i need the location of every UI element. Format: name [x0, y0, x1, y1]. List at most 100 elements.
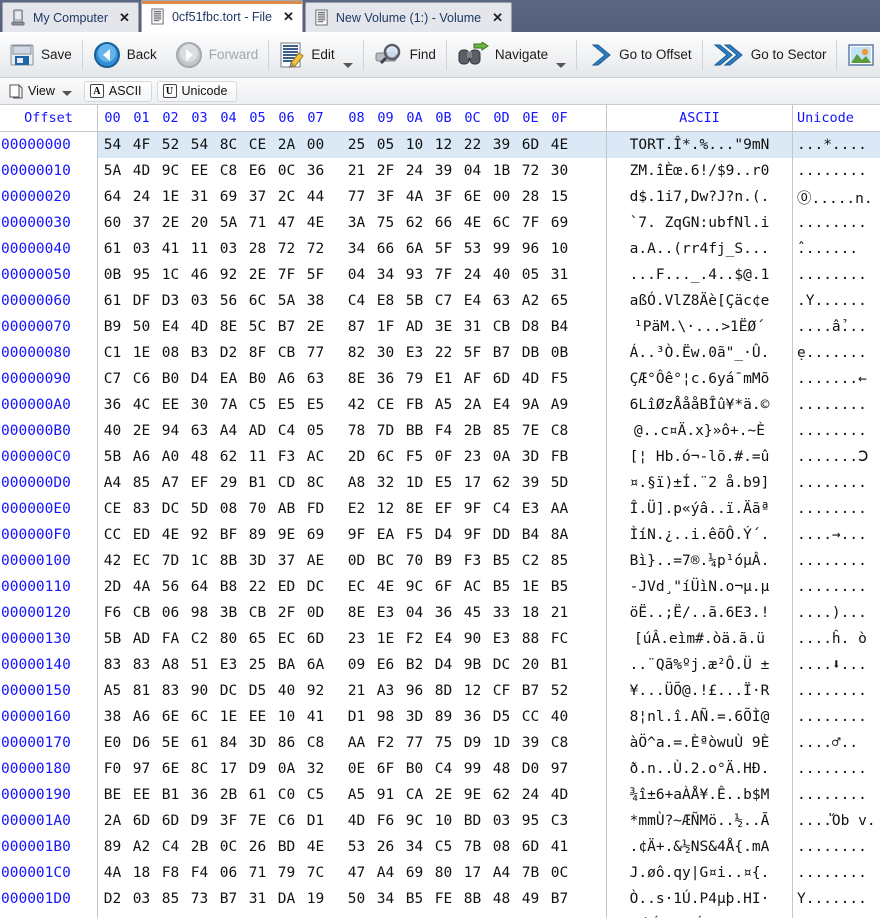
hex-byte[interactable]: EC: [272, 631, 301, 647]
hex-byte[interactable]: E0: [98, 735, 127, 751]
hex-byte[interactable]: 5B: [98, 631, 127, 647]
hex-byte[interactable]: 0B: [98, 267, 127, 283]
hex-byte[interactable]: 4D: [545, 787, 574, 803]
hex-byte[interactable]: 8E: [214, 319, 243, 335]
hex-byte[interactable]: C3: [545, 813, 574, 829]
row-ascii[interactable]: ÇÆ°Ôê°¦c.6yá¯mMõ: [606, 366, 792, 392]
hex-byte[interactable]: BD: [272, 839, 301, 855]
hex-byte[interactable]: 21: [342, 683, 371, 699]
hex-byte[interactable]: 5B: [98, 449, 127, 465]
row-hex-bytes[interactable]: CCED4E92BF899E699FEAF5D49FDDB48A: [98, 522, 606, 548]
hex-byte[interactable]: A4: [214, 423, 243, 439]
hex-byte[interactable]: 69: [301, 527, 330, 543]
hex-byte[interactable]: 6C: [185, 709, 214, 725]
hex-byte[interactable]: 4D: [342, 813, 371, 829]
hex-byte[interactable]: 2A: [272, 137, 301, 153]
row-hex-bytes[interactable]: 5BADFAC28065EC6D231EF2E490E388FC: [98, 626, 606, 652]
hex-byte[interactable]: F3: [272, 449, 301, 465]
table-row[interactable]: 000001A02A6D6DD93F7EC6D14DF69C10BD0395C3…: [0, 808, 880, 834]
hex-byte[interactable]: E4: [156, 319, 185, 335]
hex-byte[interactable]: A3: [371, 683, 400, 699]
row-hex-bytes[interactable]: 61DFD303566C5A38C4E85BC7E463A265: [98, 288, 606, 314]
row-unicode[interactable]: ...*....: [792, 132, 880, 158]
close-icon[interactable]: ✕: [283, 10, 294, 23]
hex-byte[interactable]: 6A: [400, 241, 429, 257]
hex-byte[interactable]: 99: [458, 761, 487, 777]
hex-byte[interactable]: 8E: [342, 605, 371, 621]
hex-byte[interactable]: B1: [545, 657, 574, 673]
hex-byte[interactable]: 53: [342, 839, 371, 855]
hex-byte[interactable]: 90: [458, 631, 487, 647]
hex-byte[interactable]: 79: [272, 865, 301, 881]
hex-byte[interactable]: 8C: [185, 761, 214, 777]
row-unicode[interactable]: ........: [792, 158, 880, 184]
hex-byte[interactable]: CC: [98, 527, 127, 543]
hex-byte[interactable]: 40: [487, 267, 516, 283]
hex-byte[interactable]: 83: [127, 657, 156, 673]
hex-byte[interactable]: 2C: [272, 189, 301, 205]
hex-byte[interactable]: 3D: [243, 553, 272, 569]
hex-byte[interactable]: C5: [243, 397, 272, 413]
row-hex-bytes[interactable]: 544F52548CCE2A002505101222396D4E: [98, 132, 606, 158]
hex-byte[interactable]: 1B: [487, 163, 516, 179]
hex-byte[interactable]: 6F: [371, 761, 400, 777]
hex-byte[interactable]: 8F: [243, 345, 272, 361]
hex-byte[interactable]: CA: [400, 787, 429, 803]
hex-byte[interactable]: A5: [342, 787, 371, 803]
hex-byte[interactable]: C8: [301, 735, 330, 751]
hex-byte[interactable]: AD: [127, 631, 156, 647]
hex-byte[interactable]: 6E: [458, 189, 487, 205]
table-row[interactable]: 0000003060372E205A71474E3A7562664E6C7F69…: [0, 210, 880, 236]
hex-byte[interactable]: F6: [371, 813, 400, 829]
hex-byte[interactable]: BB: [400, 423, 429, 439]
hex-byte[interactable]: 08: [156, 345, 185, 361]
hex-byte[interactable]: 72: [301, 241, 330, 257]
row-ascii[interactable]: `É...¨Á.|..¨þ: [606, 912, 792, 918]
table-row[interactable]: 000001305BADFAC28065EC6D231EF2E490E388FC…: [0, 626, 880, 652]
hex-byte[interactable]: 22: [458, 137, 487, 153]
hex-byte[interactable]: 21: [545, 605, 574, 621]
hex-byte[interactable]: BD: [458, 813, 487, 829]
table-row[interactable]: 0000010042EC7D1C8B3D37AE0DBC70B9F3B5C285…: [0, 548, 880, 574]
hex-byte[interactable]: 62: [487, 475, 516, 491]
hex-byte[interactable]: E3: [400, 345, 429, 361]
table-row[interactable]: 000000D0A485A7EF29B1CD8CA8321DE51762395D…: [0, 470, 880, 496]
hex-byte[interactable]: 10: [429, 813, 458, 829]
hex-byte[interactable]: 7F: [516, 215, 545, 231]
hex-byte[interactable]: 04: [342, 267, 371, 283]
hex-byte[interactable]: EF: [185, 475, 214, 491]
hex-byte[interactable]: A7: [156, 475, 185, 491]
hex-byte[interactable]: 21: [342, 163, 371, 179]
row-unicode[interactable]: ........: [792, 210, 880, 236]
unicode-toggle[interactable]: U Unicode: [157, 81, 238, 102]
hex-byte[interactable]: 23: [342, 631, 371, 647]
hex-byte[interactable]: 2F: [272, 605, 301, 621]
hex-byte[interactable]: 03: [487, 813, 516, 829]
row-ascii[interactable]: TORT.Î*.%..."9mN: [606, 132, 792, 158]
hex-byte[interactable]: 51: [185, 657, 214, 673]
navigate-button[interactable]: Navigate: [448, 33, 575, 77]
hex-byte[interactable]: F3: [458, 553, 487, 569]
hex-byte[interactable]: 97: [127, 761, 156, 777]
hex-byte[interactable]: 8A: [545, 527, 574, 543]
hex-byte[interactable]: 69: [214, 189, 243, 205]
table-row[interactable]: 000000105A4D9CEEC8E60C36212F2439041B7230…: [0, 158, 880, 184]
hex-byte[interactable]: 9F: [458, 527, 487, 543]
hex-byte[interactable]: 83: [127, 501, 156, 517]
hex-byte[interactable]: 33: [487, 605, 516, 621]
hex-byte[interactable]: CE: [98, 501, 127, 517]
hex-byte[interactable]: AC: [458, 579, 487, 595]
hex-byte[interactable]: 7B: [458, 839, 487, 855]
row-unicode[interactable]: ....)...: [792, 600, 880, 626]
hex-byte[interactable]: 93: [400, 267, 429, 283]
hex-byte[interactable]: 94: [156, 423, 185, 439]
hex-byte[interactable]: 9E: [458, 787, 487, 803]
hex-byte[interactable]: 1E: [371, 631, 400, 647]
table-row[interactable]: 00000090C7C6B0D4EAB0A6638E3679E1AF6D4DF5…: [0, 366, 880, 392]
hex-byte[interactable]: 00: [487, 189, 516, 205]
table-row[interactable]: 00000190BEEEB1362B61C0C5A591CA2E9E62244D…: [0, 782, 880, 808]
hex-byte[interactable]: 62: [214, 449, 243, 465]
hex-byte[interactable]: C4: [156, 839, 185, 855]
hex-byte[interactable]: 3D: [243, 735, 272, 751]
hex-byte[interactable]: 48: [487, 761, 516, 777]
